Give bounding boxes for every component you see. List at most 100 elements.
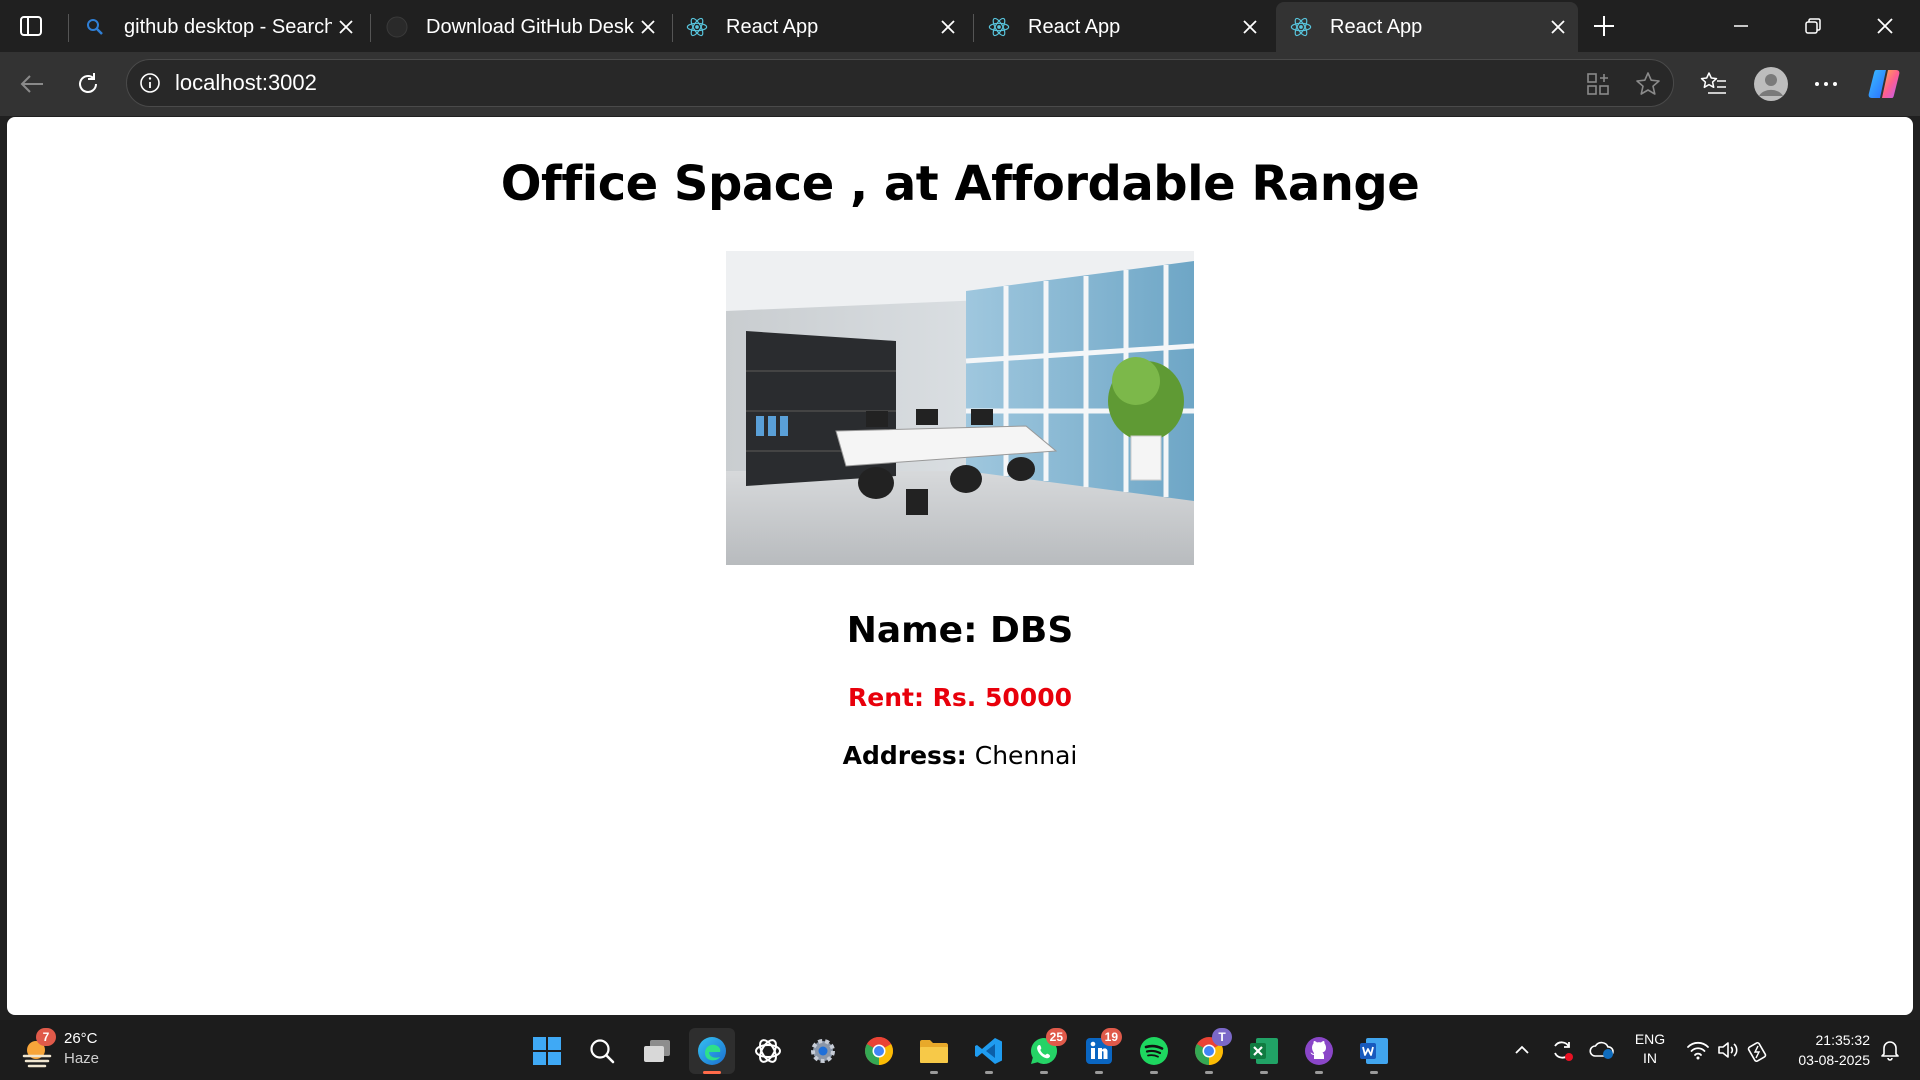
windows-taskbar: 7 26°C Haze 25 19 T ENG IN 21:35:32 03-0… [0, 1020, 1920, 1080]
region-code: IN [1643, 1050, 1657, 1066]
taskbar-linkedin[interactable]: 19 [1076, 1028, 1122, 1074]
tab-title: github desktop - Search [124, 15, 332, 38]
taskbar-chrome[interactable] [856, 1028, 902, 1074]
close-icon [1877, 18, 1893, 34]
task-view-button[interactable] [634, 1028, 680, 1074]
speaker-icon [1718, 1042, 1738, 1058]
close-tab-icon[interactable] [934, 13, 962, 41]
close-window-button[interactable] [1850, 0, 1920, 52]
running-indicator [1040, 1071, 1048, 1074]
react-icon [988, 16, 1010, 38]
tab-separator [370, 14, 371, 42]
battery-tray[interactable] [1744, 1030, 1772, 1070]
taskbar-chrome-profile[interactable]: T [1186, 1028, 1232, 1074]
office-name: Name: DBS [846, 610, 1074, 651]
running-indicator [1370, 1071, 1378, 1074]
office-image [726, 251, 1194, 565]
close-tab-icon[interactable] [1544, 13, 1572, 41]
close-tab-icon[interactable] [1236, 13, 1264, 41]
tab-title: React App [726, 15, 819, 38]
taskbar-settings[interactable] [800, 1028, 846, 1074]
site-info-icon[interactable] [137, 70, 163, 96]
battery-charging-icon [1747, 1042, 1767, 1062]
taskbar-edge[interactable] [689, 1028, 735, 1074]
tab-react-app-active[interactable]: React App [1276, 2, 1578, 52]
copilot-button[interactable] [1862, 62, 1906, 106]
chevron-up-icon [1515, 1045, 1529, 1054]
address-label: Address: [842, 741, 967, 770]
taskbar-spotify[interactable] [1131, 1028, 1177, 1074]
weather-temperature: 26°C [64, 1030, 98, 1047]
restore-button[interactable] [1778, 0, 1848, 52]
chrome-icon [865, 1037, 893, 1065]
weather-widget[interactable]: 7 26°C Haze [18, 1028, 128, 1074]
input-language-indicator[interactable]: ENG IN [1628, 1030, 1672, 1068]
minimize-icon [1734, 25, 1748, 27]
github-icon [1305, 1037, 1333, 1065]
tab-react-app-1[interactable]: React App [672, 2, 968, 52]
favorites-button[interactable] [1692, 62, 1736, 106]
system-clock[interactable]: 21:35:32 03-08-2025 [1770, 1030, 1870, 1070]
tab-download-github-desktop[interactable]: Download GitHub Desktop [372, 2, 668, 52]
start-button[interactable] [524, 1028, 570, 1074]
search-icon [84, 16, 106, 38]
close-tab-icon[interactable] [634, 13, 662, 41]
taskbar-search-button[interactable] [579, 1028, 625, 1074]
copilot-icon [1868, 70, 1900, 98]
whatsapp-badge: 25 [1045, 1028, 1067, 1046]
more-horizontal-icon [1815, 82, 1837, 86]
running-indicator [1150, 1071, 1158, 1074]
language-code: ENG [1634, 1031, 1666, 1047]
plus-icon [1594, 16, 1614, 36]
close-tab-icon[interactable] [332, 13, 360, 41]
active-indicator [703, 1071, 721, 1074]
running-indicator [930, 1071, 938, 1074]
taskbar-chatgpt[interactable] [745, 1028, 791, 1074]
notifications-tray[interactable] [1876, 1030, 1904, 1070]
folder-icon [920, 1040, 948, 1063]
show-hidden-icons-button[interactable] [1510, 1030, 1534, 1070]
taskbar-whatsapp[interactable]: 25 [1021, 1028, 1067, 1074]
wifi-tray[interactable] [1684, 1030, 1712, 1070]
windows-logo-icon [533, 1037, 561, 1065]
page-viewport: Office Space , at Affordable Range Name:… [7, 117, 1913, 1015]
taskbar-excel[interactable] [1241, 1028, 1287, 1074]
more-options-button[interactable] [1804, 62, 1848, 106]
restore-icon [1805, 18, 1821, 34]
page-title: Office Space , at Affordable Range [500, 156, 1420, 212]
bell-icon [1881, 1041, 1899, 1061]
running-indicator [1095, 1071, 1103, 1074]
taskbar-github-desktop[interactable] [1296, 1028, 1342, 1074]
app-available-icon[interactable] [1583, 69, 1613, 99]
sync-status-tray[interactable] [1548, 1030, 1576, 1070]
tab-separator [68, 14, 69, 42]
spotify-icon [1140, 1037, 1168, 1065]
tab-github-desktop-search[interactable]: github desktop - Search [70, 2, 366, 52]
tab-title: Download GitHub Desktop [426, 15, 634, 38]
taskbar-vscode[interactable] [966, 1028, 1012, 1074]
tab-strip: github desktop - Search Download GitHub … [0, 0, 1920, 52]
browser-toolbar: localhost:3002 [0, 52, 1920, 116]
linkedin-badge: 19 [1100, 1028, 1122, 1046]
new-tab-button[interactable] [1586, 8, 1622, 44]
volume-tray[interactable] [1714, 1030, 1742, 1070]
profile-button[interactable] [1749, 62, 1793, 106]
tab-react-app-2[interactable]: React App [974, 2, 1270, 52]
onedrive-tray[interactable] [1588, 1030, 1616, 1070]
taskbar-word[interactable] [1351, 1028, 1397, 1074]
tab-actions-button[interactable] [10, 8, 52, 44]
favorite-star-icon[interactable] [1633, 69, 1663, 99]
address-bar[interactable]: localhost:3002 [126, 59, 1674, 107]
minimize-button[interactable] [1706, 0, 1776, 52]
refresh-button[interactable] [66, 62, 110, 106]
favorites-icon [1700, 72, 1726, 94]
taskbar-file-explorer[interactable] [911, 1028, 957, 1074]
excel-icon [1250, 1038, 1278, 1064]
wifi-icon [1687, 1041, 1709, 1060]
running-indicator [1260, 1071, 1268, 1074]
tab-title: React App [1028, 15, 1121, 38]
gear-icon [811, 1039, 835, 1063]
refresh-icon [79, 73, 97, 93]
office-photo [726, 251, 1194, 565]
back-button[interactable] [10, 62, 54, 106]
